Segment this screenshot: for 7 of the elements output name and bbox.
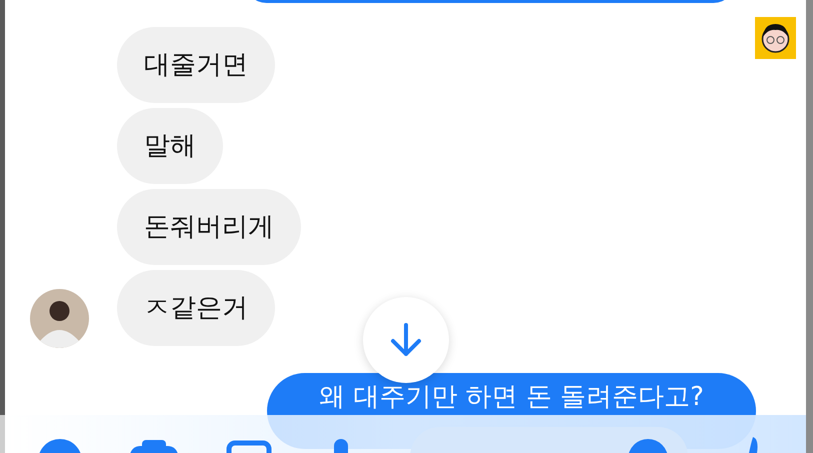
read-receipt-avatar-icon — [755, 17, 796, 59]
avatar[interactable] — [30, 289, 89, 348]
arrow-down-icon — [389, 322, 423, 358]
message-bubble: ㅈ같은거 — [117, 270, 275, 346]
message-bubble: 돈줘버리게 — [117, 189, 301, 265]
message-bubble: 말해 — [117, 108, 223, 184]
message-bubble: 대줄거면 — [117, 27, 275, 103]
